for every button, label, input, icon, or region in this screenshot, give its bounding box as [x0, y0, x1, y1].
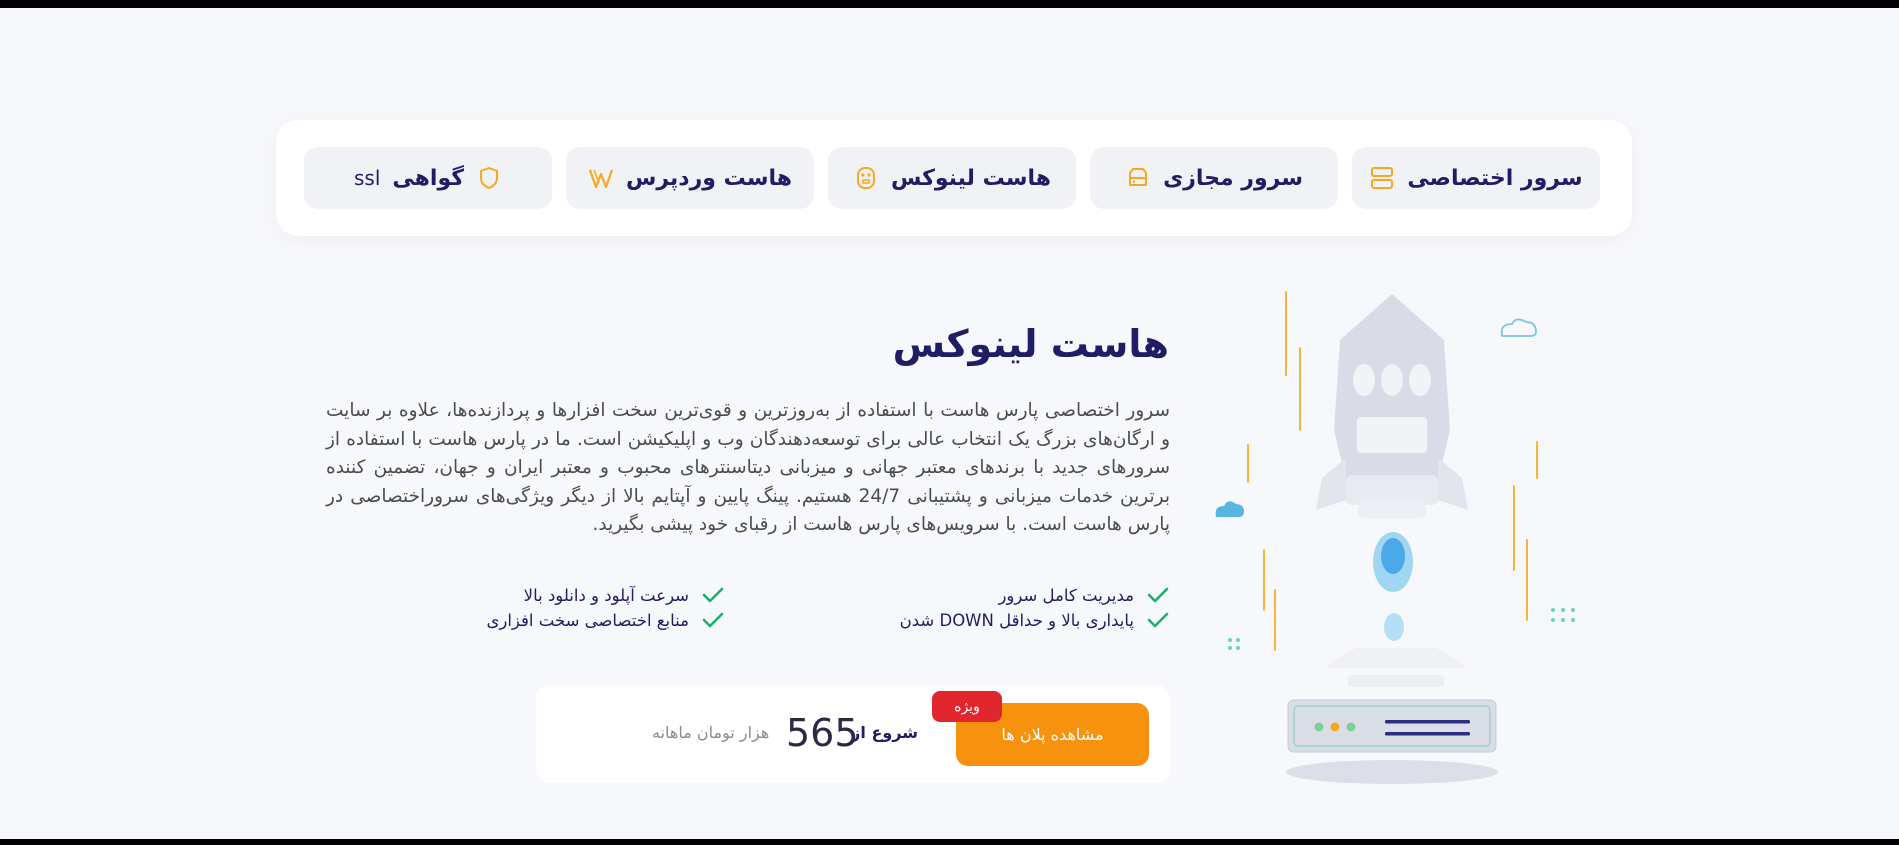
- feature-label: سرعت آپلود و دانلود بالا: [523, 585, 689, 605]
- price-from-label: شروع از: [851, 723, 918, 742]
- feature-label: منابع اختصاصی سخت افزاری: [486, 610, 689, 630]
- tab-label: سرور اختصاصی: [1407, 165, 1583, 191]
- feature-item: منابع اختصاصی سخت افزاری: [486, 610, 725, 630]
- tab-label: گواهی: [392, 165, 465, 191]
- feature-label: پایداری بالا و حداقل DOWN شدن: [899, 610, 1134, 630]
- feature-list: مدیریت کامل سرور سرعت آپلود و دانلود بال…: [440, 585, 1170, 645]
- pricing-card: مشاهده پلان ها ویژه شروع از 565 هزار توم…: [536, 685, 1170, 783]
- tab-ssl-certificate[interactable]: گواهی ssl: [304, 147, 552, 209]
- section-description: سرور اختصاصی پارس هاست با استفاده از به‌…: [326, 400, 1170, 535]
- check-icon: [701, 585, 725, 605]
- tab-linux-host[interactable]: هاست لینوکس: [828, 147, 1076, 209]
- feature-item: پایداری بالا و حداقل DOWN شدن: [900, 610, 1170, 630]
- tab-wordpress-host[interactable]: هاست وردپرس: [566, 147, 814, 209]
- tab-label: سرور مجازی: [1163, 165, 1303, 191]
- shield-icon: [476, 165, 502, 191]
- check-icon: [1146, 610, 1170, 630]
- server-stack-icon: [1369, 165, 1395, 191]
- check-icon: [701, 610, 725, 630]
- feature-item: مدیریت کامل سرور: [998, 585, 1170, 605]
- service-tabs: سرور اختصاصی سرور مجازی هاست لینوکس هاست…: [276, 120, 1632, 236]
- feature-label: مدیریت کامل سرور: [998, 585, 1134, 605]
- hard-drive-icon: [1125, 165, 1151, 191]
- price-value: 565: [786, 711, 859, 755]
- price-unit: هزار تومان ماهانه: [652, 723, 770, 742]
- check-icon: [1146, 585, 1170, 605]
- page-title: هاست لینوکس: [892, 322, 1169, 366]
- rocket-server-illustration: [1180, 280, 1600, 800]
- wordpress-icon: [588, 165, 614, 191]
- tab-label: هاست وردپرس: [625, 165, 793, 191]
- tab-dedicated-server[interactable]: سرور اختصاصی: [1352, 147, 1600, 209]
- tab-label: هاست لینوکس: [891, 165, 1052, 191]
- tab-virtual-server[interactable]: سرور مجازی: [1090, 147, 1338, 209]
- feature-item: سرعت آپلود و دانلود بالا: [524, 585, 725, 605]
- special-badge: ویژه: [932, 691, 1002, 722]
- bottom-border: [0, 839, 1899, 845]
- top-border: [0, 0, 1899, 8]
- tab-label-suffix: ssl: [353, 166, 381, 190]
- linux-penguin-icon: [853, 165, 879, 191]
